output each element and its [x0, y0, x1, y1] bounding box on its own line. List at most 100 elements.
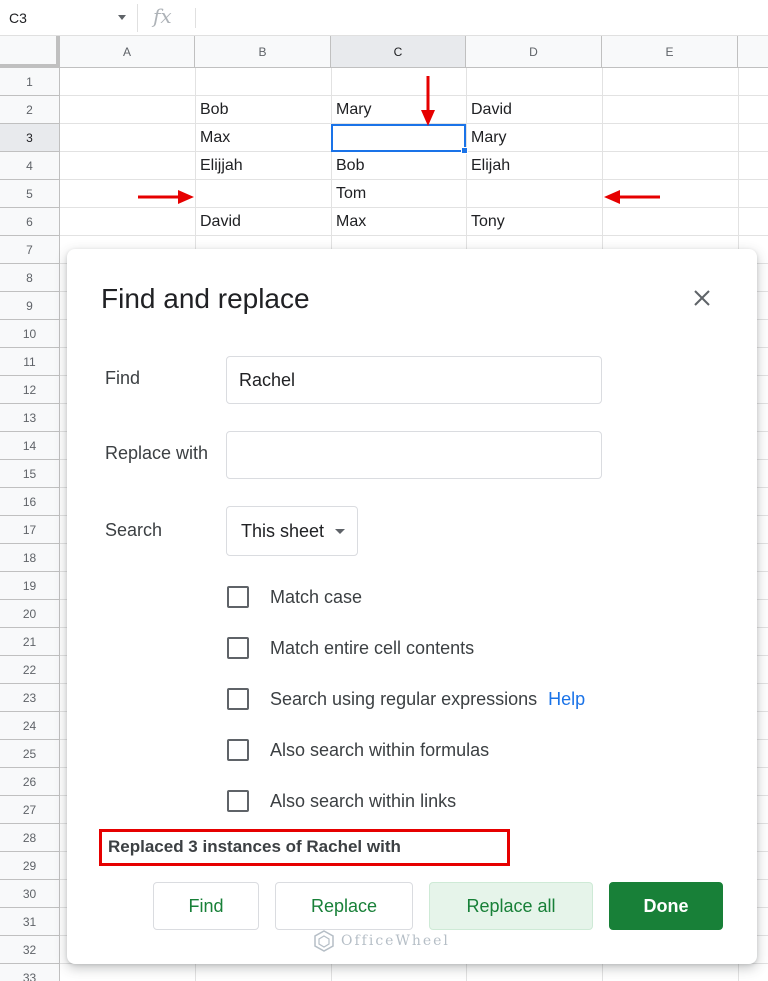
cell-reference: C3	[9, 10, 27, 26]
watermark-logo-icon	[314, 930, 334, 952]
regex-checkbox[interactable]	[227, 688, 249, 710]
cell-c5[interactable]: Tom	[331, 180, 466, 208]
down-arrow-annotation	[421, 76, 435, 126]
find-input[interactable]	[226, 356, 602, 404]
formula-divider	[195, 8, 196, 28]
row-header-2[interactable]: 2	[0, 96, 60, 124]
cell-c4[interactable]: Bob	[331, 152, 466, 180]
cell-d3[interactable]: Mary	[466, 124, 602, 152]
match-entire-cell-checkbox[interactable]	[227, 637, 249, 659]
row-header-29[interactable]: 29	[0, 852, 60, 880]
cell-c2[interactable]: Mary	[331, 96, 466, 124]
match-case-checkbox[interactable]	[227, 586, 249, 608]
replace-with-input[interactable]	[226, 431, 602, 479]
row-header-1[interactable]: 1	[0, 68, 60, 96]
find-button[interactable]: Find	[153, 882, 259, 930]
search-label: Search	[105, 520, 163, 540]
option-match-case[interactable]: Match case	[227, 584, 362, 610]
fill-handle[interactable]	[461, 147, 468, 154]
find-label: Find	[105, 368, 141, 388]
select-all-corner[interactable]	[0, 36, 60, 68]
row-header-9[interactable]: 9	[0, 292, 60, 320]
cell-c6[interactable]: Max	[331, 208, 466, 236]
row-header-3[interactable]: 3	[0, 124, 60, 152]
status-highlight-box: Replaced 3 instances of Rachel with	[99, 829, 510, 866]
cell-b5[interactable]	[195, 180, 331, 208]
dropdown-arrow-icon	[335, 529, 345, 534]
row-header-18[interactable]: 18	[0, 544, 60, 572]
row-header-20[interactable]: 20	[0, 600, 60, 628]
cell-d4[interactable]: Elijah	[466, 152, 602, 180]
watermark-text: OfficeWheel	[341, 933, 450, 949]
row-header-13[interactable]: 13	[0, 404, 60, 432]
row-header-14[interactable]: 14	[0, 432, 60, 460]
row-header-8[interactable]: 8	[0, 264, 60, 292]
option-match-entire-cell[interactable]: Match entire cell contents	[227, 635, 474, 661]
within-formulas-label: Also search within formulas	[270, 739, 490, 760]
row-header-24[interactable]: 24	[0, 712, 60, 740]
within-links-label: Also search within links	[270, 790, 457, 811]
fx-icon: fx	[153, 4, 172, 28]
column-header-c[interactable]: C	[331, 36, 466, 68]
column-header-overflow[interactable]	[738, 36, 768, 68]
row-header-11[interactable]: 11	[0, 348, 60, 376]
row-header-19[interactable]: 19	[0, 572, 60, 600]
option-regular-expressions[interactable]: Search using regular expressions Help	[227, 686, 585, 712]
left-arrow-annotation	[604, 190, 660, 204]
help-link[interactable]: Help	[548, 689, 585, 710]
cell-d2[interactable]: David	[466, 96, 602, 124]
column-header-b[interactable]: B	[195, 36, 331, 68]
replace-with-label: Replace with	[105, 443, 209, 463]
find-replace-dialog: Find and replace Find Replace with Searc…	[67, 249, 757, 964]
close-icon[interactable]	[691, 287, 713, 309]
search-scope-value: This sheet	[241, 520, 325, 541]
column-header-e[interactable]: E	[602, 36, 738, 68]
row-header-17[interactable]: 17	[0, 516, 60, 544]
row-header-26[interactable]: 26	[0, 768, 60, 796]
row-header-10[interactable]: 10	[0, 320, 60, 348]
row-header-23[interactable]: 23	[0, 684, 60, 712]
match-entire-cell-label: Match entire cell contents	[270, 637, 475, 658]
regex-label: Search using regular expressions	[270, 688, 538, 709]
row-header-5[interactable]: 5	[0, 180, 60, 208]
name-box[interactable]: C3	[0, 4, 138, 32]
watermark: OfficeWheel	[313, 930, 450, 952]
row-header-16[interactable]: 16	[0, 488, 60, 516]
right-arrow-annotation	[138, 190, 194, 204]
chevron-down-icon[interactable]	[118, 15, 126, 20]
cell-b2[interactable]: Bob	[195, 96, 331, 124]
row-header-22[interactable]: 22	[0, 656, 60, 684]
replace-button[interactable]: Replace	[275, 882, 413, 930]
done-button[interactable]: Done	[609, 882, 723, 930]
row-header-15[interactable]: 15	[0, 460, 60, 488]
within-formulas-checkbox[interactable]	[227, 739, 249, 761]
cell-d5[interactable]	[466, 180, 602, 208]
cell-b3[interactable]: Max	[195, 124, 331, 152]
row-header-12[interactable]: 12	[0, 376, 60, 404]
match-case-label: Match case	[270, 586, 363, 607]
status-message: Replaced 3 instances of Rachel with	[108, 837, 401, 856]
cell-b6[interactable]: David	[195, 208, 331, 236]
cell-b4[interactable]: Elijjah	[195, 152, 331, 180]
row-header-30[interactable]: 30	[0, 880, 60, 908]
within-links-checkbox[interactable]	[227, 790, 249, 812]
row-header-21[interactable]: 21	[0, 628, 60, 656]
row-header-28[interactable]: 28	[0, 824, 60, 852]
column-header-d[interactable]: D	[466, 36, 602, 68]
cell-d6[interactable]: Tony	[466, 208, 602, 236]
option-within-formulas[interactable]: Also search within formulas	[227, 737, 489, 763]
column-header-a[interactable]: A	[60, 36, 195, 68]
option-within-links[interactable]: Also search within links	[227, 788, 456, 814]
search-scope-dropdown[interactable]: This sheet	[226, 506, 358, 556]
row-header-7[interactable]: 7	[0, 236, 60, 264]
row-header-6[interactable]: 6	[0, 208, 60, 236]
dialog-title: Find and replace	[101, 283, 310, 314]
row-header-33[interactable]: 33	[0, 964, 60, 981]
selected-cell-outline[interactable]	[331, 124, 466, 152]
row-header-31[interactable]: 31	[0, 908, 60, 936]
replace-all-button[interactable]: Replace all	[429, 882, 593, 930]
row-header-32[interactable]: 32	[0, 936, 60, 964]
row-header-27[interactable]: 27	[0, 796, 60, 824]
row-header-25[interactable]: 25	[0, 740, 60, 768]
row-header-4[interactable]: 4	[0, 152, 60, 180]
